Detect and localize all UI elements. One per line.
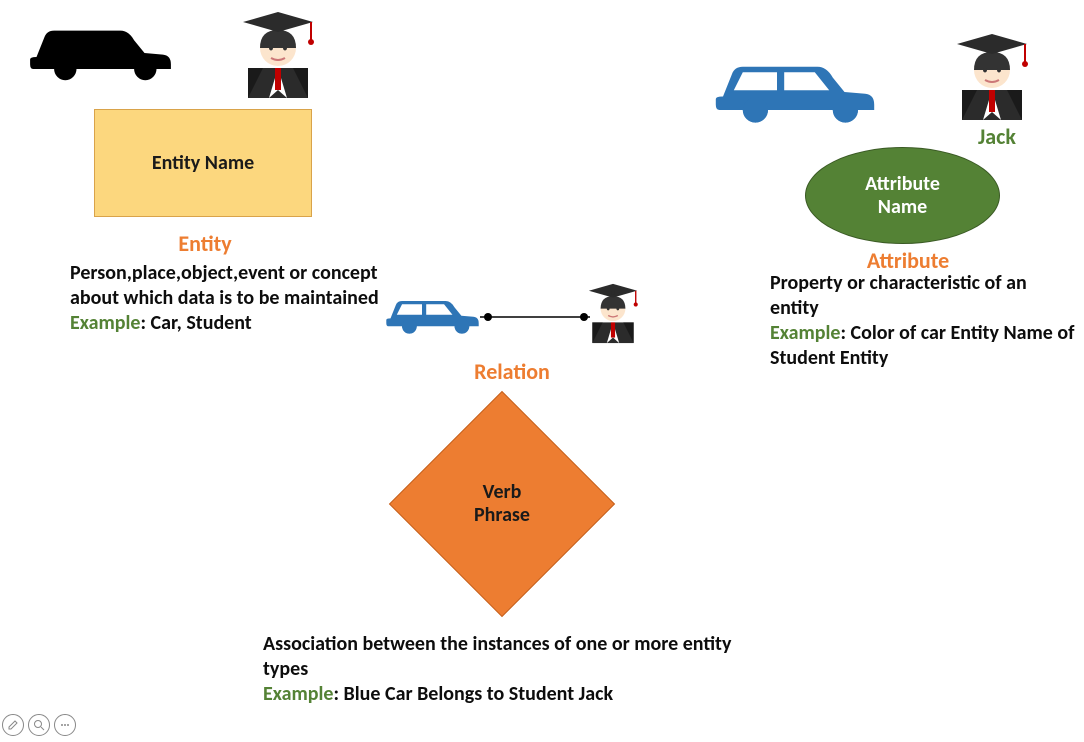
attribute-heading: Attribute	[848, 247, 968, 274]
attribute-description-block: Property or characteristic of an entity …	[770, 271, 1075, 371]
student-icon	[233, 0, 323, 105]
relation-shape: VerbPhrase	[388, 390, 616, 618]
example-label: Example	[70, 311, 141, 335]
zoom-button[interactable]	[28, 714, 50, 736]
example-label: Example	[770, 321, 841, 345]
relation-description: Association between the instances of one…	[263, 632, 731, 681]
entity-description: Person,place,object,event or concept abo…	[70, 261, 379, 310]
entity-heading: Entity	[145, 230, 265, 257]
entity-shape: Entity Name	[94, 109, 312, 217]
relation-heading: Relation	[452, 358, 572, 385]
entity-description-block: Person,place,object,event or concept abo…	[70, 261, 380, 336]
entity-example-text: : Car, Student	[141, 311, 252, 335]
jack-label: Jack	[978, 123, 1016, 150]
relation-description-block: Association between the instances of one…	[263, 632, 753, 707]
student-icon	[947, 22, 1037, 127]
entity-shape-label: Entity Name	[152, 151, 254, 175]
footer-toolbar	[2, 714, 76, 736]
relation-example-text: : Blue Car Belongs to Student Jack	[334, 682, 614, 706]
relation-shape-label: VerbPhrase	[474, 481, 530, 527]
blue-car-icon	[705, 38, 885, 133]
pen-tool-button[interactable]	[2, 714, 24, 736]
more-options-button[interactable]	[54, 714, 76, 736]
black-car-icon	[18, 5, 183, 90]
attribute-shape-label: AttributeName	[865, 173, 940, 219]
student-small-icon	[582, 275, 644, 350]
attribute-shape: AttributeName	[805, 147, 1000, 244]
example-label: Example	[263, 682, 334, 706]
attribute-description: Property or characteristic of an entity	[770, 271, 1027, 320]
blue-car-small-icon	[380, 283, 485, 343]
